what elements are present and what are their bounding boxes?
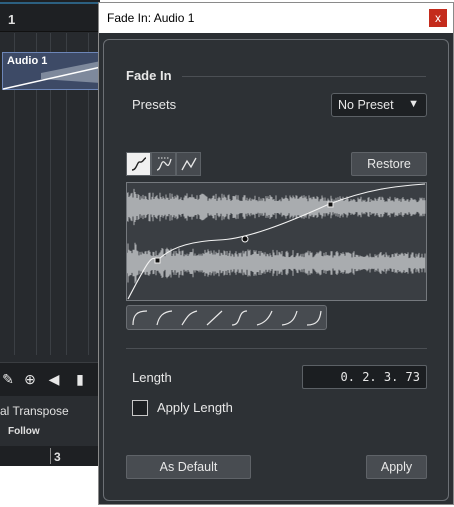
lower-ruler[interactable]: 3 (0, 446, 100, 466)
damped-spline-curve-button[interactable] (151, 152, 176, 176)
project-window: 1 Audio 1 ✎ ⊕ ◀ ▮ al Transpose Follow 3 (0, 0, 101, 466)
fade-panel: Fade In Presets No Preset ▼ Restore Leng… (103, 39, 449, 501)
apply-length-checkbox[interactable] (132, 400, 148, 416)
pencil-icon[interactable]: ✎ (0, 371, 16, 387)
length-label: Length (132, 370, 172, 385)
transpose-label: al Transpose (0, 404, 69, 418)
presets-value: No Preset (338, 98, 394, 112)
ruler-bar-number: 1 (8, 12, 16, 27)
editor-toolbar: ✎ ⊕ ◀ ▮ (0, 362, 100, 396)
preset-linear-icon[interactable] (206, 310, 223, 326)
curve-point[interactable] (241, 235, 249, 243)
lower-zone: al Transpose Follow 3 (0, 396, 100, 466)
fade-in-dialog: Fade In: Audio 1 x Fade In Presets No Pr… (98, 2, 454, 505)
dialog-titlebar[interactable]: Fade In: Audio 1 x (99, 3, 453, 33)
follow-label[interactable]: Follow (8, 426, 40, 437)
presets-label: Presets (132, 97, 177, 112)
waveform-channel-left (127, 188, 426, 226)
curve-point[interactable] (327, 201, 334, 208)
presets-dropdown[interactable]: No Preset ▼ (331, 93, 427, 117)
curve-kind-buttons (126, 152, 202, 176)
spline-curve-icon (131, 157, 147, 171)
close-icon: x (435, 11, 441, 25)
linear-curve-button[interactable] (176, 152, 201, 176)
preset-concave-slow-icon[interactable] (256, 310, 273, 326)
lower-ruler-bar-number: 3 (54, 450, 61, 464)
length-field[interactable]: 0. 2. 3. 73 (302, 365, 427, 389)
waveform-channel-right (127, 242, 426, 284)
section-title: Fade In (126, 68, 172, 83)
apply-length-label: Apply Length (157, 400, 233, 415)
curve-point[interactable] (154, 257, 161, 264)
dialog-title: Fade In: Audio 1 (107, 11, 195, 25)
curve-preset-buttons (126, 305, 327, 330)
zoom-icon[interactable]: ⊕ (22, 371, 38, 387)
section-divider (182, 76, 426, 77)
preset-convex-icon[interactable] (156, 310, 173, 326)
damped-spline-curve-icon (156, 157, 172, 171)
event-waveform (3, 61, 101, 90)
spline-curve-button[interactable] (126, 152, 151, 176)
speaker-icon[interactable]: ▮ (72, 371, 88, 387)
audio-event[interactable]: Audio 1 (2, 52, 101, 90)
waveform-display (127, 183, 426, 300)
restore-button[interactable]: Restore (351, 152, 427, 176)
apply-button[interactable]: Apply (366, 455, 427, 479)
mute-icon[interactable]: ◀ (46, 371, 62, 387)
preset-s-curve-icon[interactable] (231, 310, 248, 326)
fade-curve-display[interactable] (126, 182, 427, 301)
timeline-ruler[interactable]: 1 (0, 0, 100, 32)
preset-convex-fast-icon[interactable] (132, 310, 148, 326)
preset-convex-slow-icon[interactable] (181, 310, 198, 326)
preset-concave-icon[interactable] (281, 310, 298, 326)
linear-curve-icon (181, 157, 197, 171)
as-default-button[interactable]: As Default (126, 455, 251, 479)
curve-preset-icons (132, 310, 322, 326)
chevron-down-icon: ▼ (408, 98, 419, 110)
close-button[interactable]: x (429, 9, 447, 27)
section-divider-lower (126, 348, 427, 349)
preset-concave-fast-icon[interactable] (306, 310, 322, 326)
